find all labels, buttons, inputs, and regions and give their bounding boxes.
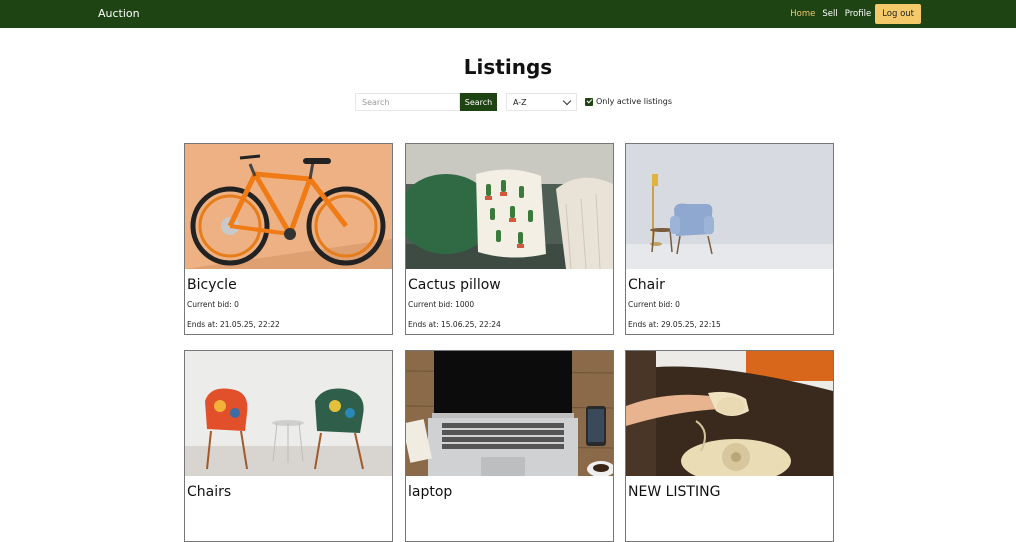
listing-current-bid: Current bid: 1000 — [408, 300, 475, 309]
logout-button[interactable]: Log out — [875, 4, 921, 24]
listing-image-chair[interactable] — [626, 144, 833, 269]
listing-title[interactable]: Cactus pillow — [408, 277, 501, 293]
sort-select[interactable]: A-Z — [506, 93, 577, 111]
listing-end-time: Ends at: 29.05.25, 22:15 — [628, 320, 721, 329]
listing-image-bicycle[interactable] — [185, 144, 392, 269]
listing-end-time: Ends at: 21.05.25, 22:22 — [187, 320, 280, 329]
listing-current-bid: Current bid: 0 — [187, 300, 239, 309]
nav-links: Home Sell Profile Log out — [783, 4, 921, 24]
brand-link[interactable]: Auction — [98, 7, 140, 20]
listing-title[interactable]: Bicycle — [187, 277, 237, 293]
nav-home-link[interactable]: Home — [790, 9, 815, 19]
listing-card[interactable]: Chair Current bid: 0 Ends at: 29.05.25, … — [625, 143, 834, 335]
chevron-down-icon — [562, 96, 572, 105]
listing-image-laptop[interactable] — [406, 351, 613, 476]
search-button[interactable]: Search — [460, 93, 497, 111]
listing-image-telephone[interactable] — [626, 351, 833, 476]
nav-sell-link[interactable]: Sell — [822, 9, 837, 19]
listing-image-chairs[interactable] — [185, 351, 392, 476]
listing-current-bid: Current bid: 0 — [628, 300, 680, 309]
listing-title[interactable]: laptop — [408, 484, 452, 500]
active-only-filter[interactable]: Only active listings — [585, 97, 672, 106]
listing-card[interactable]: laptop — [405, 350, 614, 542]
active-only-label: Only active listings — [596, 97, 673, 106]
listing-title[interactable]: Chairs — [187, 484, 231, 500]
nav-profile-link[interactable]: Profile — [845, 9, 871, 19]
top-navbar: Auction Home Sell Profile Log out — [0, 0, 1016, 28]
listing-card[interactable]: Chairs — [184, 350, 393, 542]
listing-title[interactable]: Chair — [628, 277, 665, 293]
listing-title[interactable]: NEW LISTING — [628, 484, 720, 500]
listing-card[interactable]: Bicycle Current bid: 0 Ends at: 21.05.25… — [184, 143, 393, 335]
active-only-checkbox[interactable] — [585, 97, 593, 106]
listing-card[interactable]: Cactus pillow Current bid: 1000 Ends at:… — [405, 143, 614, 335]
listing-end-time: Ends at: 15.06.25, 22:24 — [408, 320, 501, 329]
search-input[interactable] — [355, 93, 460, 111]
sort-select-value: A-Z — [513, 97, 527, 107]
page-title: Listings — [463, 55, 553, 79]
listing-card[interactable]: NEW LISTING — [625, 350, 834, 542]
listing-image-cactus-pillow[interactable] — [406, 144, 613, 269]
